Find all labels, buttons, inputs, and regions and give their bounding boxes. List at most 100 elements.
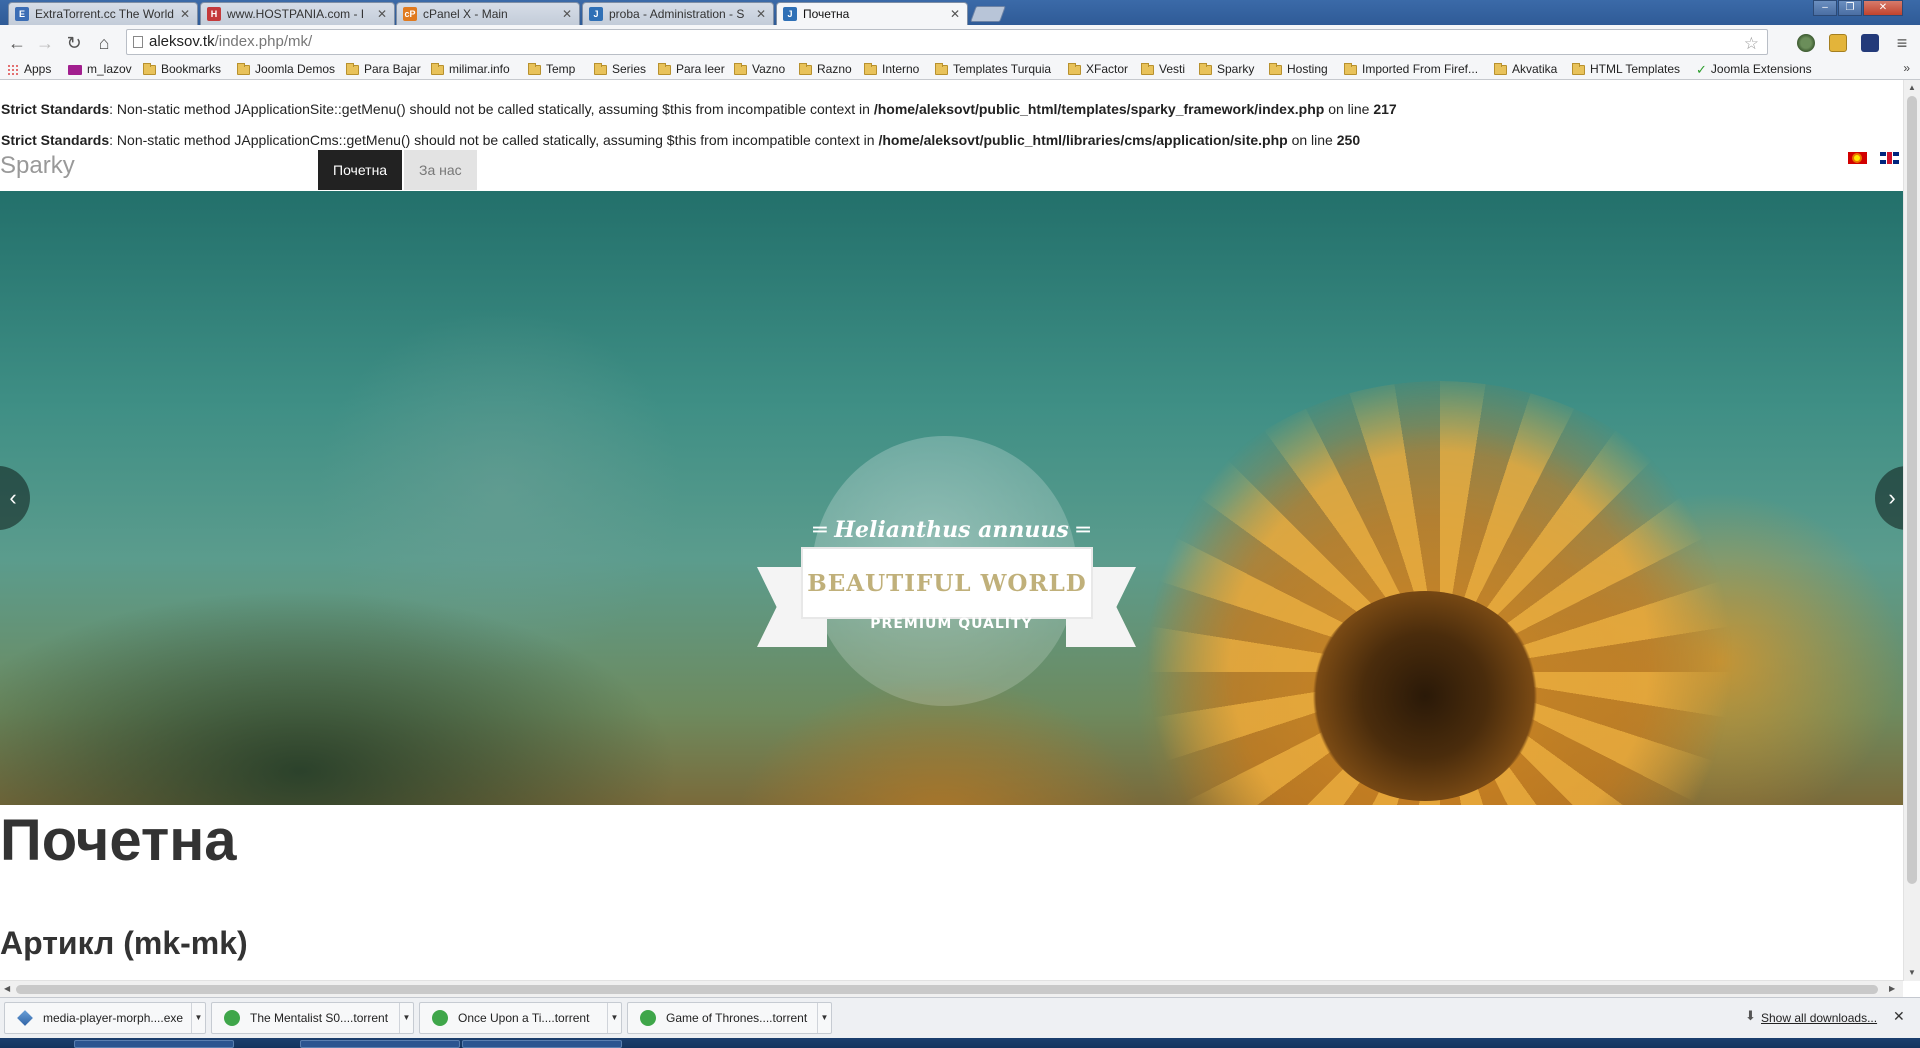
warning-prefix: Strict Standards (1, 132, 110, 148)
page-icon (133, 36, 143, 48)
extension-globe-icon[interactable] (1797, 34, 1815, 52)
apps-icon (7, 63, 19, 76)
download-item[interactable]: Game of Thrones....torrent ▼ (627, 1002, 832, 1034)
site-logo-text[interactable]: Sparky (0, 152, 75, 180)
folder-icon (528, 62, 541, 75)
bookmark-label: Razno (817, 62, 852, 76)
download-name: The Mentalist S0....torrent (250, 1011, 389, 1025)
download-arrow-icon: ⬇ (1745, 1008, 1756, 1023)
warning-message: : Non-static method JApplicationSite::ge… (109, 101, 874, 117)
vertical-scrollbar[interactable]: ▲ ▼ (1903, 80, 1920, 981)
menu-icon[interactable]: ≡ (1891, 32, 1913, 54)
warning-file: /home/aleksovt/public_html/libraries/cms… (878, 132, 1288, 148)
download-item[interactable]: media-player-morph....exe ▼ (4, 1002, 206, 1034)
folder-icon (237, 62, 250, 75)
warning-online: on line (1287, 132, 1337, 148)
tab-3[interactable]: J proba - Administration - S ✕ (582, 2, 774, 25)
close-icon[interactable]: ✕ (179, 7, 191, 21)
show-all-downloads-link[interactable]: Show all downloads... (1761, 1011, 1877, 1025)
bookmark-item[interactable]: m_lazov (68, 62, 132, 77)
home-icon[interactable]: ⌂ (93, 32, 115, 54)
menu-item-home[interactable]: Почетна (318, 150, 403, 190)
bookmark-label: Interno (882, 62, 920, 76)
back-arrow-icon[interactable]: ← (6, 32, 28, 54)
bookmark-folder[interactable]: Templates Turquia (935, 62, 1051, 77)
chevron-right-icon[interactable]: » (1903, 61, 1910, 75)
scroll-right-icon[interactable]: ▶ (1889, 984, 1895, 993)
chevron-down-icon[interactable]: ▼ (191, 1003, 205, 1033)
download-item[interactable]: The Mentalist S0....torrent ▼ (211, 1002, 414, 1034)
scrollbar-thumb[interactable] (16, 985, 1878, 994)
folder-icon (1572, 62, 1585, 75)
flag-en-icon[interactable] (1880, 152, 1899, 164)
bookmark-star-icon[interactable]: ☆ (1744, 32, 1759, 56)
close-icon[interactable]: ✕ (561, 7, 573, 21)
bookmark-folder[interactable]: milimar.info (431, 62, 510, 77)
bookmark-folder[interactable]: Interno (864, 62, 919, 77)
warning-line: 217 (1373, 101, 1397, 117)
browser-toolbar: ← → ↻ ⌂ aleksov.tk/index.php/mk/ ☆ ≡ (0, 25, 1920, 59)
download-item[interactable]: Once Upon a Ti....torrent ▼ (419, 1002, 622, 1034)
extension-folder-icon[interactable] (1829, 34, 1847, 52)
bookmark-folder[interactable]: Akvatika (1494, 62, 1557, 77)
tab-1[interactable]: H www.HOSTPANIA.com - I ✕ (200, 2, 395, 25)
bookmark-folder[interactable]: HTML Templates (1572, 62, 1680, 77)
scrollbar-thumb[interactable] (1907, 96, 1917, 884)
tab-0[interactable]: E ExtraTorrent.cc The World ✕ (8, 2, 198, 25)
bookmark-folder[interactable]: Temp (528, 62, 575, 77)
bookmark-folder[interactable]: Para Bajar (346, 62, 421, 77)
bookmark-folder[interactable]: Razno (799, 62, 852, 77)
bookmark-label: Apps (24, 62, 52, 76)
taskbar-button[interactable] (300, 1040, 460, 1048)
horizontal-scrollbar[interactable]: ◀ ▶ (0, 980, 1903, 997)
forward-arrow-icon[interactable]: → (34, 32, 56, 54)
taskbar-button[interactable] (74, 1040, 234, 1048)
bookmark-label: Joomla Demos (255, 62, 336, 76)
bookmark-label: Temp (546, 62, 576, 76)
bookmark-label: XFactor (1086, 62, 1129, 76)
bookmark-folder[interactable]: Para leer (658, 62, 725, 77)
window-close-icon[interactable]: ✕ (1863, 0, 1903, 16)
warning-line: 250 (1336, 132, 1361, 148)
minimize-icon[interactable]: – (1813, 0, 1837, 16)
scroll-up-icon[interactable]: ▲ (1908, 83, 1916, 92)
bookmark-item[interactable]: ✓ Joomla Extensions (1696, 62, 1812, 77)
chevron-down-icon[interactable]: ▼ (399, 1003, 413, 1033)
address-bar[interactable]: aleksov.tk/index.php/mk/ ☆ (126, 29, 1768, 55)
bookmark-folder[interactable]: Series (594, 62, 646, 77)
menu-item-about[interactable]: За нас (404, 150, 477, 190)
close-icon[interactable]: ✕ (1893, 1008, 1905, 1025)
bookmark-folder[interactable]: Sparky (1199, 62, 1254, 77)
extension-dark-icon[interactable] (1861, 34, 1879, 52)
address-path: /index.php/mk/ (214, 33, 313, 50)
bookmark-folder[interactable]: Hosting (1269, 62, 1328, 77)
scroll-left-icon[interactable]: ◀ (4, 984, 10, 993)
bookmark-folder[interactable]: Bookmarks (143, 62, 221, 77)
folder-icon (1494, 62, 1507, 75)
flag-mk-icon[interactable] (1848, 152, 1867, 164)
new-tab-button[interactable] (970, 6, 1006, 22)
close-icon[interactable]: ✕ (755, 7, 767, 21)
chevron-down-icon[interactable]: ▼ (817, 1003, 831, 1033)
bookmark-folder[interactable]: Vesti (1141, 62, 1185, 77)
bookmark-apps[interactable]: Apps (7, 62, 51, 77)
address-host: aleksov.tk (149, 33, 215, 50)
close-icon[interactable]: ✕ (376, 7, 388, 21)
chevron-down-icon[interactable]: ▼ (607, 1003, 621, 1033)
tab-2[interactable]: cP cPanel X - Main ✕ (396, 2, 580, 25)
tab-4-active[interactable]: J Почетна ✕ (776, 2, 968, 25)
tab-title: cPanel X - Main (423, 7, 508, 21)
bookmark-folder[interactable]: Vazno (734, 62, 785, 77)
warning-prefix: Strict Standards (1, 101, 110, 117)
close-icon[interactable]: ✕ (949, 7, 961, 21)
bookmark-folder[interactable]: XFactor (1068, 62, 1128, 77)
reload-icon[interactable]: ↻ (63, 32, 85, 54)
bookmark-folder[interactable]: Imported From Firef... (1344, 62, 1478, 77)
bookmark-label: Para Bajar (364, 62, 421, 76)
bookmark-folder[interactable]: Joomla Demos (237, 62, 335, 77)
folder-icon (1068, 62, 1081, 75)
scroll-down-icon[interactable]: ▼ (1908, 968, 1916, 977)
taskbar-button[interactable] (462, 1040, 622, 1048)
restore-icon[interactable]: ❐ (1838, 0, 1862, 16)
utorrent-icon (224, 1010, 240, 1026)
